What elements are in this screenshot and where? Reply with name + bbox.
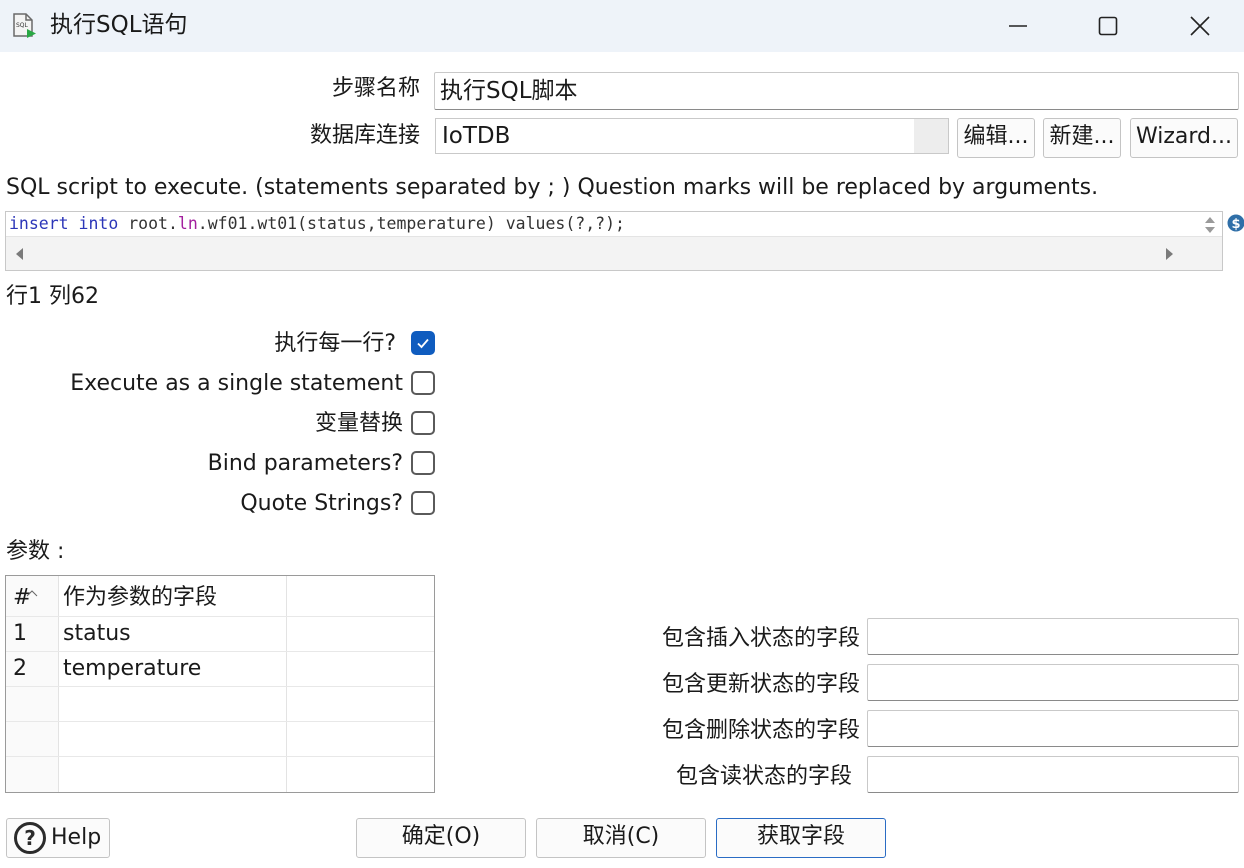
- maximize-icon: [1098, 16, 1118, 36]
- exec-each-row-checkbox[interactable]: [411, 331, 435, 355]
- delete-status-input[interactable]: [867, 710, 1239, 747]
- scroll-right-icon[interactable]: [1166, 248, 1173, 260]
- delete-status-label: 包含删除状态的字段: [661, 718, 860, 743]
- column-divider: [58, 576, 59, 792]
- row-divider: [6, 721, 434, 722]
- minimize-icon: [1009, 25, 1027, 27]
- cursor-position: 行1 列62: [6, 284, 99, 309]
- scroll-down-icon[interactable]: [1205, 227, 1215, 233]
- update-status-input[interactable]: [867, 664, 1239, 701]
- read-status-label: 包含读状态的字段: [675, 764, 852, 789]
- scroll-left-icon[interactable]: [16, 248, 23, 260]
- svg-text:SQL: SQL: [16, 22, 29, 29]
- sql-text: .wf01.wt01(status,temperature) values(?,…: [197, 214, 625, 233]
- column-header-field[interactable]: 作为参数的字段: [63, 583, 217, 613]
- svg-text:$: $: [1232, 217, 1241, 232]
- db-connection-select[interactable]: IoTDB: [435, 118, 949, 154]
- scroll-up-icon[interactable]: [1205, 217, 1215, 223]
- table-row-index: 2: [13, 656, 27, 681]
- edit-connection-button[interactable]: 编辑...: [957, 118, 1035, 158]
- variable-icon[interactable]: $: [1225, 212, 1244, 234]
- bind-parameters-checkbox[interactable]: [411, 451, 435, 475]
- sql-editor[interactable]: insert into root.ln.wf01.wt01(status,tem…: [5, 211, 1223, 271]
- title-bar: SQL 执行SQL语句: [0, 0, 1244, 52]
- sql-description: SQL script to execute. (statements separ…: [6, 175, 1099, 200]
- quote-strings-checkbox[interactable]: [411, 491, 435, 515]
- sql-keyword: ln: [177, 214, 198, 233]
- dropdown-arrow[interactable]: [914, 119, 948, 153]
- sql-code[interactable]: insert into root.ln.wf01.wt01(status,tem…: [9, 213, 625, 235]
- minimize-button[interactable]: [972, 0, 1064, 52]
- sql-keyword: into: [78, 214, 119, 233]
- sql-script-icon: SQL: [10, 12, 38, 40]
- check-icon: [417, 338, 429, 349]
- db-connection-label: 数据库连接: [309, 123, 420, 148]
- sql-text: root.: [128, 214, 178, 233]
- help-icon: ?: [14, 822, 46, 854]
- row-divider: [6, 756, 434, 757]
- table-row-field[interactable]: temperature: [63, 654, 201, 684]
- update-status-label: 包含更新状态的字段: [661, 672, 860, 697]
- horizontal-scrollbar[interactable]: [6, 236, 1222, 270]
- maximize-button[interactable]: [1062, 0, 1154, 52]
- quote-strings-label: Quote Strings?: [240, 491, 403, 516]
- step-name-input[interactable]: 执行SQL脚本: [434, 72, 1239, 110]
- variable-substitution-label: 变量替换: [314, 411, 403, 436]
- table-row-field[interactable]: status: [63, 619, 131, 649]
- window-title: 执行SQL语句: [50, 12, 188, 38]
- variable-substitution-checkbox[interactable]: [411, 411, 435, 435]
- single-statement-checkbox[interactable]: [411, 371, 435, 395]
- table-row-index: 1: [13, 621, 27, 646]
- insert-status-label: 包含插入状态的字段: [661, 626, 860, 651]
- sql-keyword: insert: [9, 214, 69, 233]
- row-divider: [6, 616, 434, 617]
- insert-status-input[interactable]: [867, 618, 1239, 655]
- wizard-button[interactable]: Wizard...: [1130, 118, 1238, 158]
- get-fields-button[interactable]: 获取字段: [716, 818, 886, 858]
- read-status-input[interactable]: [867, 756, 1239, 793]
- help-button[interactable]: ? Help: [6, 818, 110, 858]
- close-button[interactable]: [1154, 0, 1244, 52]
- step-name-label: 步骤名称: [331, 76, 420, 101]
- row-divider: [6, 686, 434, 687]
- sort-ascending-icon: [26, 578, 38, 603]
- ok-button[interactable]: 确定(O): [356, 818, 526, 858]
- db-connection-value: IoTDB: [442, 123, 511, 149]
- vertical-scrollbar[interactable]: [1196, 212, 1222, 236]
- close-icon: [1190, 16, 1210, 36]
- cancel-button[interactable]: 取消(C): [536, 818, 706, 858]
- parameters-label: 参数 :: [6, 539, 65, 564]
- help-label: Help: [51, 825, 102, 850]
- row-divider: [6, 651, 434, 652]
- parameters-table[interactable]: # 作为参数的字段 1 status 2 temperature: [5, 575, 435, 793]
- exec-each-row-label: 执行每一行?: [274, 331, 396, 356]
- column-divider: [286, 576, 287, 792]
- bind-parameters-label: Bind parameters?: [207, 451, 403, 476]
- new-connection-button[interactable]: 新建...: [1043, 118, 1121, 158]
- single-statement-label: Execute as a single statement: [70, 371, 403, 396]
